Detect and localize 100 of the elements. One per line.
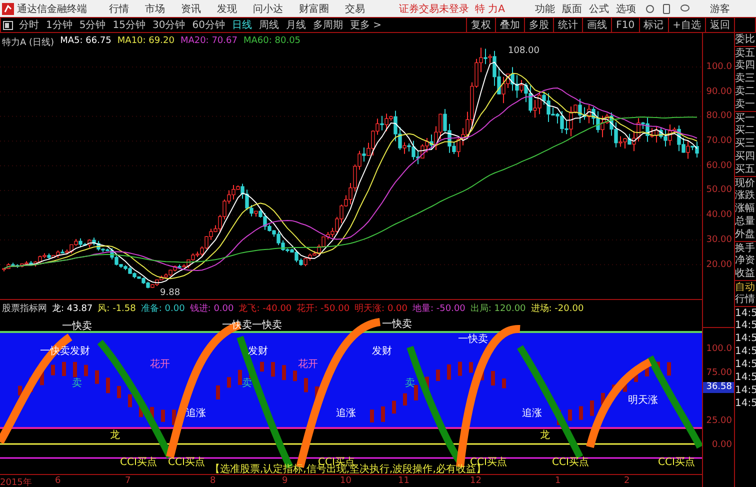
signal-label: 一快卖发财	[40, 346, 90, 357]
quote-field-label: 卖五	[735, 46, 756, 59]
indicator-value: 花开: -50.00	[296, 302, 350, 315]
signal-label: 花开	[150, 359, 170, 370]
quote-field-label: 总量	[735, 215, 756, 228]
indicator-value: 风: -1.58	[98, 303, 136, 315]
quote-field-label: 买二	[735, 124, 756, 137]
period-tab[interactable]: 更多 >	[350, 18, 382, 32]
signal-label: 卖	[405, 378, 415, 389]
axis-label: 100.0	[705, 343, 733, 356]
menu-item[interactable]: 市场	[145, 2, 165, 16]
quote-field-label: 委比	[735, 33, 756, 46]
quote-field-label: 涨幅	[735, 202, 756, 215]
date-label: 2	[624, 476, 630, 486]
period-tab[interactable]: 5分钟	[79, 18, 106, 32]
toolbar-button[interactable]: 多股	[524, 18, 554, 32]
period-tab[interactable]: 月线	[286, 18, 306, 32]
quote-field-label: 收益	[735, 267, 756, 280]
indicator-value: 出局: 120.00	[470, 302, 526, 315]
date-label: 1	[555, 476, 561, 486]
menu-item[interactable]: 版面	[562, 2, 582, 16]
toolbar-button[interactable]: 统计	[553, 18, 582, 32]
low-price-label: 9.88	[160, 288, 180, 298]
date-label: 6	[55, 476, 61, 486]
toolbar-button[interactable]: 返回	[705, 18, 734, 32]
period-tab[interactable]: 15分钟	[112, 18, 146, 32]
quote-field-label: 买五	[735, 163, 756, 176]
axis-label: 50.00	[705, 184, 733, 198]
period-tab[interactable]: 多周期	[312, 18, 343, 32]
signal-label: 追涨	[522, 408, 542, 419]
signal-label: 卖	[72, 378, 82, 389]
axis-label: 80.00	[705, 110, 733, 124]
market-label[interactable]: 行情	[735, 293, 756, 306]
ma-value: MA60: 80.05	[243, 36, 301, 48]
period-tab[interactable]: 分时	[19, 18, 39, 32]
signal-label: 追涨	[186, 408, 206, 419]
indicator-value: 龙飞: -40.00	[238, 302, 292, 315]
signal-label: 龙	[110, 430, 120, 441]
indicator-value: 进场: -20.00	[530, 302, 584, 315]
signal-label: 一快卖	[382, 319, 412, 330]
indicator-value: 地量: -50.00	[412, 302, 466, 315]
axis-label: 25.00	[705, 415, 733, 428]
menu-item[interactable]: 发现	[217, 2, 237, 16]
axis-label: 75.00	[705, 367, 733, 380]
stock-title: 特力A (日线)	[2, 36, 54, 49]
menu-item[interactable]: 功能	[535, 2, 556, 16]
date-label: 9	[282, 476, 288, 486]
toolbar-button[interactable]: 复权	[466, 18, 496, 32]
menu-item[interactable]: 资讯	[181, 2, 201, 16]
period-tab[interactable]: 1分钟	[46, 18, 72, 32]
signal-label: 发财	[248, 346, 268, 357]
axis-label: 100.0	[705, 61, 733, 74]
date-label: 12	[470, 476, 482, 486]
menu-item[interactable]: 问小达	[253, 2, 283, 16]
signal-label: 明天涨	[628, 395, 658, 406]
indicator-value: 钱进: 0.00	[190, 302, 234, 315]
menu-item[interactable]: 选项	[616, 2, 636, 16]
period-tab[interactable]: 60分钟	[192, 18, 225, 32]
user-label[interactable]: 游客	[710, 2, 730, 16]
indicator-value: 准备: 0.00	[140, 302, 185, 315]
menu-item[interactable]: 财富圈	[299, 2, 329, 16]
quote-field-label: 买一	[735, 111, 756, 124]
menu-item[interactable]: 公式	[589, 2, 610, 16]
period-tab[interactable]: 30分钟	[152, 18, 186, 32]
quote-field-label: 买三	[735, 137, 756, 150]
toolbar-button[interactable]: 叠加	[495, 18, 524, 32]
indicator-value: 明天涨: 0.00	[354, 302, 408, 315]
axis-label: 40.00	[705, 209, 733, 222]
axis-label: 90.00	[705, 86, 733, 99]
quote-field-label: 买四	[735, 150, 756, 163]
ma-value: MA5: 66.75	[60, 36, 112, 48]
toolbar-button[interactable]: F10	[611, 18, 639, 32]
period-tab[interactable]: 日线	[232, 18, 252, 32]
quote-field-label: 现价	[735, 176, 756, 189]
period-tab[interactable]: 周线	[258, 18, 279, 32]
quote-field-label: 净资	[735, 254, 756, 267]
date-label: 8	[210, 476, 216, 486]
axis-label: 30.00	[705, 234, 733, 247]
auto-label[interactable]: 自动	[735, 280, 756, 293]
date-label: 2015年	[0, 476, 32, 487]
menu-item[interactable]: 交易	[345, 2, 365, 16]
ma-value: MA20: 70.67	[180, 36, 238, 48]
axis-label: 0.00	[710, 439, 733, 452]
date-label: 10	[340, 476, 352, 486]
signal-label: 龙	[540, 430, 550, 441]
toolbar-button[interactable]: 画线	[582, 18, 612, 32]
quote-field-label: 卖三	[735, 72, 756, 85]
signal-label: CCI买点	[658, 457, 695, 468]
quote-field-label: 涨跌	[735, 189, 756, 202]
signal-label: 一快卖	[62, 321, 92, 332]
toolbar-button[interactable]: 标记	[638, 18, 668, 32]
ma-value: MA10: 69.20	[117, 36, 174, 48]
date-label: 7	[125, 476, 131, 486]
app-title: 通达信金融终端	[17, 2, 87, 16]
signal-label: 发财	[372, 346, 392, 357]
stock-name: 特 力A	[475, 2, 506, 16]
signal-label: 一快卖	[458, 334, 488, 345]
menu-item[interactable]: 行情	[109, 2, 129, 16]
axis-label: 20.00	[705, 258, 733, 272]
toolbar-button[interactable]: +自选	[668, 18, 705, 32]
